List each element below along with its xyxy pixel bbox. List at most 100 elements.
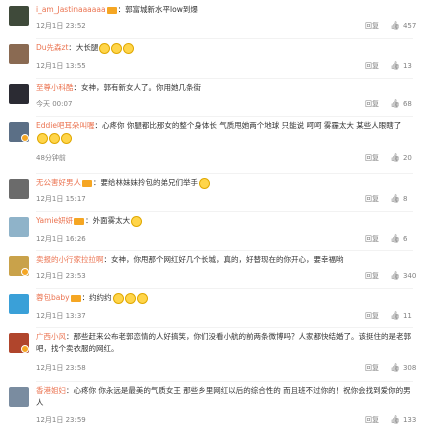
verified-badge-icon xyxy=(21,268,29,276)
separator: ： xyxy=(117,5,126,14)
emoji-icon xyxy=(199,177,210,189)
thumbs-up-icon: 👍 xyxy=(390,21,400,30)
comment-item: 香港姐妇：心疼你 你永远是最美的气质女王 那些乡里网红以后的综合性的 而且班不过… xyxy=(0,385,423,428)
reply-button[interactable]: 回复 xyxy=(365,310,379,322)
username-link[interactable]: Du先森zt xyxy=(36,43,68,52)
reply-button[interactable]: 回复 xyxy=(365,152,379,164)
username-link[interactable]: 广西小风 xyxy=(36,332,66,341)
avatar[interactable] xyxy=(9,6,29,26)
separator: ： xyxy=(73,83,82,92)
comment-item: 蓉包baby ：约约约 12月1日 13:37 回复 👍 11 xyxy=(0,292,423,324)
comment-text: 外面雾太大 xyxy=(92,216,131,225)
separator: ： xyxy=(81,293,90,302)
comment-meta: 12月1日 23:52 回复 👍 457 xyxy=(36,20,416,32)
username-link[interactable]: 至尊小科酷 xyxy=(36,83,74,92)
vip-icon xyxy=(106,6,117,14)
verified-badge-icon xyxy=(21,345,29,353)
emoji-icon xyxy=(124,292,136,304)
like-button[interactable]: 👍 68 xyxy=(390,98,412,110)
separator: ： xyxy=(68,43,76,52)
like-button[interactable]: 👍 457 xyxy=(390,20,416,32)
avatar[interactable] xyxy=(9,84,29,104)
comment-meta: 12月1日 15:17 回复 👍 8 xyxy=(36,193,411,205)
divider xyxy=(36,78,413,79)
divider xyxy=(36,211,413,212)
comment-meta: 48分钟前 回复 👍 20 xyxy=(36,152,412,164)
comment-meta: 12月1日 23:59 回复 👍 133 xyxy=(36,414,416,426)
separator: ： xyxy=(66,332,74,341)
comment-text: 心疼你 你永远是最美的气质女王 那些乡里网红以后的综合性的 而且班不过你的！祝你… xyxy=(36,386,411,407)
vip-icon xyxy=(70,294,81,302)
like-button[interactable]: 👍 6 xyxy=(390,233,407,245)
avatar[interactable] xyxy=(9,387,29,407)
username-link[interactable]: Yamie妍妍 xyxy=(36,216,73,225)
divider xyxy=(36,381,413,382)
like-button[interactable]: 👍 340 xyxy=(390,270,416,282)
comment-content: 蓉包baby ：约约约 xyxy=(36,292,411,304)
username-link[interactable]: i_am_Jastinaaaaaa xyxy=(36,5,106,14)
username-link[interactable]: 无公害好男人 xyxy=(36,178,81,187)
emoji-icon xyxy=(136,292,148,304)
separator: ： xyxy=(94,121,102,130)
like-count: 8 xyxy=(402,195,408,203)
reply-button[interactable]: 回复 xyxy=(365,60,379,72)
timestamp: 12月1日 15:17 xyxy=(36,195,86,203)
username-link[interactable]: 卖报的小行家拉拉啊 xyxy=(36,255,104,264)
comment-content: 至尊小科酷：女神，郭有新女人了。你用她几条街 xyxy=(36,82,411,94)
like-button[interactable]: 👍 20 xyxy=(390,152,412,164)
like-count: 6 xyxy=(402,235,408,243)
reply-button[interactable]: 回复 xyxy=(365,362,379,374)
comment-content: Eddie吧耳朵叫喔：心疼你 你腿都比那女的整个身体长 气质甩她两个地球 只能说… xyxy=(36,120,411,144)
avatar[interactable] xyxy=(9,179,29,199)
thumbs-up-icon: 👍 xyxy=(390,194,400,203)
reply-button[interactable]: 回复 xyxy=(365,193,379,205)
comment-content: 无公害好男人 ：要给林妹妹拎包的弟兄们举手 xyxy=(36,177,411,189)
username-link[interactable]: 香港姐妇 xyxy=(36,386,66,395)
reply-button[interactable]: 回复 xyxy=(365,414,379,426)
reply-button[interactable]: 回复 xyxy=(365,98,379,110)
divider xyxy=(36,38,413,39)
comment-meta: 12月1日 23:53 回复 👍 340 xyxy=(36,270,416,282)
like-count: 340 xyxy=(402,272,417,280)
reply-button[interactable]: 回复 xyxy=(365,20,379,32)
like-button[interactable]: 👍 8 xyxy=(390,193,407,205)
comment-content: 香港姐妇：心疼你 你永远是最美的气质女王 那些乡里网红以后的综合性的 而且班不过… xyxy=(36,385,411,409)
comment-content: Yamie妍妍 ：外面雾太大 xyxy=(36,215,411,227)
timestamp: 12月1日 23:59 xyxy=(36,416,86,424)
username-link[interactable]: 蓉包baby xyxy=(36,293,70,302)
timestamp: 12月1日 16:26 xyxy=(36,235,86,243)
reply-button[interactable]: 回复 xyxy=(365,270,379,282)
emoji-icon xyxy=(111,42,123,54)
thumbs-up-icon: 👍 xyxy=(390,415,400,424)
thumbs-up-icon: 👍 xyxy=(390,311,400,320)
separator: ： xyxy=(85,216,93,225)
comment-text: 那些赶来公布老郭恋情的人好搞笑，你们没看小航的前两条微博吗？人家都快结婚了。该挺… xyxy=(36,332,411,353)
vip-icon xyxy=(82,179,92,187)
divider xyxy=(36,250,413,251)
comment-text: 约约约 xyxy=(89,293,112,302)
timestamp: 12月1日 23:58 xyxy=(36,364,86,372)
like-button[interactable]: 👍 13 xyxy=(390,60,412,72)
like-button[interactable]: 👍 133 xyxy=(390,414,416,426)
thumbs-up-icon: 👍 xyxy=(390,153,400,162)
avatar[interactable] xyxy=(9,44,29,64)
like-button[interactable]: 👍 11 xyxy=(390,310,412,322)
like-count: 20 xyxy=(402,154,412,162)
reply-button[interactable]: 回复 xyxy=(365,233,379,245)
comment-text: 女神，郭有新女人了。你用她几条街 xyxy=(81,83,201,92)
avatar[interactable] xyxy=(9,217,29,237)
emoji-icon xyxy=(61,132,72,144)
comment-meta: 12月1日 23:58 回复 👍 308 xyxy=(36,362,416,374)
comment-item: 卖报的小行家拉拉啊：女神，你甩那个网红好几个长城，真的，好替现在的你开心，要幸福… xyxy=(0,254,423,284)
avatar[interactable] xyxy=(9,294,29,314)
divider xyxy=(36,173,413,174)
comment-text: 女神，你甩那个网红好几个长城，真的，好替现在的你开心，要幸福哟 xyxy=(111,255,344,264)
comment-meta: 12月1日 16:26 回复 👍 6 xyxy=(36,233,411,245)
emoji-icon xyxy=(99,42,111,54)
username-link[interactable]: Eddie吧耳朵叫喔 xyxy=(36,121,94,130)
like-button[interactable]: 👍 308 xyxy=(390,362,416,374)
thumbs-up-icon: 👍 xyxy=(390,234,400,243)
timestamp: 48分钟前 xyxy=(36,154,66,162)
comment-text: 心疼你 你腿都比那女的整个身体长 气质甩她两个地球 只能说 呵呵 雾霾太大 某些… xyxy=(101,121,402,130)
comment-item: Du先森zt：大长腿 12月1日 13:55 回复 👍 13 xyxy=(0,42,423,74)
